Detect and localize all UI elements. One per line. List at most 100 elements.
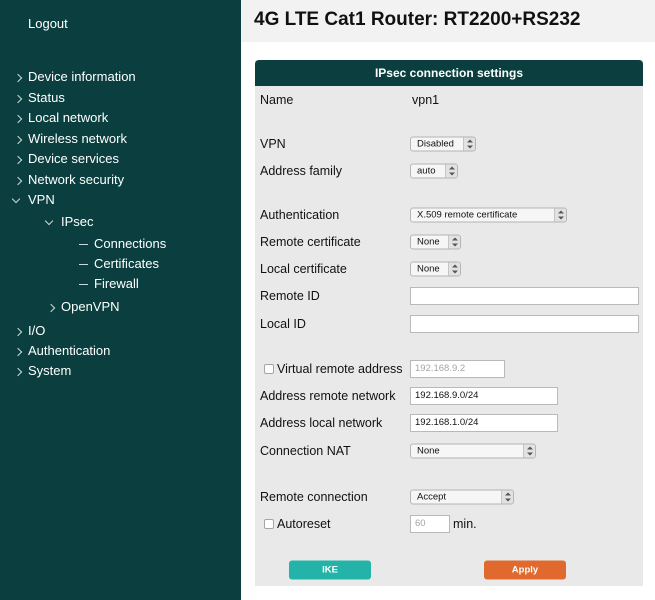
nav-io[interactable]: I/O <box>13 322 45 340</box>
address-family-select-value: auto <box>417 165 436 176</box>
authentication-label: Authentication <box>260 208 340 222</box>
address-remote-network-value-cell: 192.168.9.0/24 <box>407 383 642 408</box>
nav-label: Status <box>28 90 65 105</box>
nav-authentication[interactable]: Authentication <box>13 342 110 360</box>
nav-label: Certificates <box>94 256 160 271</box>
nav-openvpn[interactable]: OpenVPN <box>46 298 120 316</box>
nav-ipsec[interactable]: IPsec <box>44 213 94 231</box>
address-remote-network-input[interactable]: 192.168.9.0/24 <box>410 386 558 405</box>
spacer-row <box>256 465 642 482</box>
autoreset-input[interactable]: 60 <box>410 514 450 533</box>
address-family-value-cell: auto <box>407 158 642 183</box>
address-remote-network-label-cell: Address remote network <box>256 383 405 408</box>
connection-nat-value-cell: None <box>407 438 642 463</box>
select-arrows-icon <box>523 444 535 457</box>
remote-connection-label-cell: Remote connection <box>256 484 405 509</box>
address-family-label-cell: Address family <box>256 158 405 183</box>
local-id-input[interactable] <box>410 315 639 333</box>
apply-button-cell: Apply <box>407 556 642 583</box>
remote-connection-label: Remote connection <box>260 489 368 504</box>
nav-label: VPN <box>28 192 55 207</box>
nav-connections[interactable]: Connections <box>79 235 166 253</box>
chevron-right-icon <box>13 73 23 82</box>
autoreset-checkbox[interactable] <box>264 518 274 529</box>
chevron-right-icon <box>13 135 23 144</box>
remote-id-input[interactable] <box>410 287 639 305</box>
autoreset-unit: min. <box>453 516 477 531</box>
dash-icon <box>79 263 88 266</box>
address-remote-network-label: Address remote network <box>260 388 396 403</box>
nav-status[interactable]: Status <box>13 89 65 107</box>
local-certificate-label: Local certificate <box>260 261 347 276</box>
select-arrows-icon <box>554 208 566 222</box>
spacer-row <box>256 339 642 354</box>
page-header: 4G LTE Cat1 Router: RT2200+RS232 <box>241 0 655 42</box>
remote-certificate-label: Remote certificate <box>260 234 361 249</box>
chevron-right-icon <box>13 367 23 376</box>
local-certificate-label-cell: Local certificate <box>256 256 405 281</box>
dash-icon <box>79 283 88 286</box>
address-local-network-value-cell: 192.168.1.0/24 <box>407 410 642 436</box>
virtual-remote-address-label-cell: Virtual remote address <box>256 356 405 381</box>
vpn-select-value: Disabled <box>417 138 454 149</box>
spacer-row <box>256 113 642 129</box>
connection-nat-select[interactable]: None <box>410 443 536 458</box>
nav-vpn[interactable]: VPN <box>11 191 55 209</box>
vpn-label: VPN <box>260 136 286 151</box>
remote-connection-select[interactable]: Accept <box>410 489 514 504</box>
local-certificate-select-value: None <box>417 263 440 274</box>
dash-icon <box>79 243 88 246</box>
remote-certificate-value-cell: None <box>407 229 642 254</box>
address-family-select[interactable]: auto <box>410 163 458 178</box>
nav-system[interactable]: System <box>13 362 71 380</box>
authentication-value-cell: X.509 remote certificate <box>407 203 642 227</box>
chevron-right-icon <box>13 347 23 356</box>
nav-label: Connections <box>94 236 167 251</box>
page-title: 4G LTE Cat1 Router: RT2200+RS232 <box>254 9 581 30</box>
vpn-value-cell: Disabled <box>407 131 642 156</box>
virtual-remote-address-checkbox[interactable] <box>264 363 274 374</box>
sidebar: Logout Device information Status Local n… <box>0 0 241 600</box>
nav-firewall[interactable]: Firewall <box>79 275 139 293</box>
authentication-label-cell: Authentication <box>256 203 405 227</box>
local-id-label-cell: Local ID <box>256 311 405 337</box>
local-id-label: Local ID <box>260 317 306 331</box>
nav-label: OpenVPN <box>61 299 120 314</box>
nav-local-network[interactable]: Local network <box>13 109 108 127</box>
connection-nat-label: Connection NAT <box>260 443 351 458</box>
nav-wireless-network[interactable]: Wireless network <box>13 130 127 148</box>
virtual-remote-address-input[interactable]: 192.168.9.2 <box>410 359 505 378</box>
chevron-right-icon <box>13 94 23 103</box>
name-label: Name <box>260 92 294 107</box>
nav-certificates[interactable]: Certificates <box>79 255 159 273</box>
ike-button[interactable]: IKE <box>289 560 371 579</box>
panel-title: IPsec connection settings <box>255 60 643 86</box>
chevron-right-icon <box>13 176 23 185</box>
vpn-select[interactable]: Disabled <box>410 136 476 151</box>
remote-id-value-cell <box>407 283 642 309</box>
address-local-network-label: Address local network <box>260 416 383 430</box>
vpn-label-cell: VPN <box>256 131 405 156</box>
spacer-row <box>256 185 642 201</box>
authentication-select[interactable]: X.509 remote certificate <box>410 207 567 223</box>
logout-link[interactable]: Logout <box>28 16 68 31</box>
virtual-remote-address-value-cell: 192.168.9.2 <box>407 356 642 381</box>
virtual-remote-address-label: Virtual remote address <box>277 361 403 376</box>
ipsec-settings-panel: IPsec connection settings Name vpn1 VPN … <box>255 60 643 586</box>
apply-button[interactable]: Apply <box>484 560 566 579</box>
nav-device-information[interactable]: Device information <box>13 68 136 86</box>
nav-label: Device services <box>28 151 120 166</box>
local-certificate-select[interactable]: None <box>410 261 461 276</box>
address-local-network-input[interactable]: 192.168.1.0/24 <box>410 414 558 432</box>
chevron-right-icon <box>46 303 56 312</box>
remote-id-label-cell: Remote ID <box>256 283 405 309</box>
select-arrows-icon <box>448 262 460 275</box>
nav-label: Authentication <box>28 343 111 358</box>
remote-certificate-select[interactable]: None <box>410 234 461 249</box>
nav-device-services[interactable]: Device services <box>13 150 119 168</box>
chevron-right-icon <box>13 114 23 123</box>
autoreset-value-cell: 60 min. <box>407 511 642 536</box>
chevron-down-icon <box>44 216 54 225</box>
address-family-label: Address family <box>260 163 342 178</box>
nav-network-security[interactable]: Network security <box>13 171 124 189</box>
